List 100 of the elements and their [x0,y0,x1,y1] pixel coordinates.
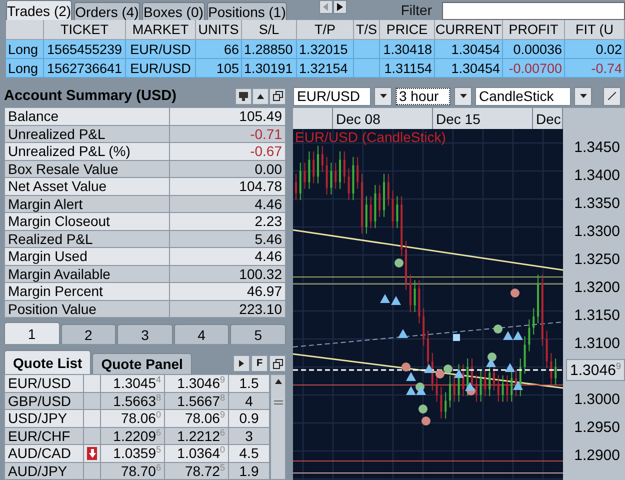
column-header[interactable]: FIT (U [565,20,625,40]
table-cell: -0.00700 [503,59,565,78]
instrument-select[interactable]: EUR/USD [293,86,371,106]
chart-type-select[interactable]: CandleStick [475,86,571,106]
ask-price[interactable]: 1.3046$^{9}$ [165,375,229,392]
tab[interactable]: Trades (2) [6,0,72,20]
bid-price[interactable]: 78.06$^{0}$ [101,410,165,428]
triangle-marker [406,386,416,395]
currency-pair[interactable]: GBP/USD [4,392,84,410]
currency-pair[interactable]: EUR/USD [4,375,84,392]
summary-value: 46.97 [170,283,286,300]
column-header[interactable]: S/L [242,20,297,40]
triangle-marker [513,331,523,340]
price-label: 1.3200 [573,278,621,298]
panel-title: Account Summary (USD) [4,88,178,104]
bid-price[interactable]: 78.70$^{6}$ [101,462,165,480]
dropdown-icon[interactable] [454,86,472,106]
column-header[interactable]: CURRENT [435,20,503,40]
bid-price[interactable]: 1.0359$^{5}$ [101,445,165,462]
scroll-right-icon[interactable] [332,0,347,14]
scrollbar[interactable] [270,374,286,480]
table-cell: Long [6,40,44,59]
summary-value: -0.71 [170,126,286,143]
grip-icon[interactable] [274,400,282,406]
column-header[interactable]: UNITS [196,20,242,40]
column-header[interactable]: PROFIT [503,20,565,40]
interval-select[interactable]: 3 hour [395,86,451,106]
column-header[interactable]: MARKET [126,20,196,40]
table-cell: 1.30191 [242,59,297,78]
triangle-marker [454,369,464,378]
column-header[interactable]: T/S [354,20,380,40]
circle-marker [402,362,410,372]
tab[interactable]: Positions (1) [207,2,287,20]
ask-price[interactable]: 1.5667$^{8}$ [165,392,229,410]
column-header[interactable]: TICKET [44,20,126,40]
date-label: Dec 08 [333,108,433,129]
tab[interactable]: 1 [4,322,60,344]
tab[interactable]: Orders (4) [74,2,140,20]
square-marker [453,334,460,341]
triangle-marker [503,331,513,340]
dropdown-icon[interactable] [374,86,392,106]
bid-price[interactable]: 1.3045$^{4}$ [101,375,165,392]
triangle-marker [424,364,434,373]
tab[interactable]: 3 [117,324,173,344]
restore-icon[interactable] [269,355,286,372]
price-label: 1.3100 [573,334,621,354]
tab[interactable]: 4 [174,324,230,344]
summary-value: 0.00 [170,160,286,178]
summary-label: Unrealized P&L [4,126,170,143]
monitor-icon[interactable] [235,88,252,104]
spread-value: 3 [229,428,270,445]
currency-pair[interactable]: AUD/CAD [4,445,84,462]
filter-label: Filter [400,2,432,18]
currency-pair[interactable]: AUD/JPY [4,462,84,480]
collapse-icon[interactable] [252,88,269,104]
table-cell [354,59,380,78]
ask-price[interactable]: 78.06$^{9}$ [165,410,229,428]
date-label: Dec [533,108,563,129]
chart-title: EUR/USD (CandleStick) [295,129,446,145]
currency-pair[interactable]: USD/JPY [4,410,84,428]
tab[interactable]: 5 [230,324,286,344]
summary-label: Net Asset Value [4,178,170,196]
circle-marker [436,370,444,378]
filter-button[interactable]: F [251,355,268,372]
summary-label: Margin Closeout [4,213,170,230]
triangle-marker [380,294,390,303]
price-label: 1.2900 [573,446,621,466]
play-icon[interactable] [233,355,250,372]
currency-pair[interactable]: EUR/CHF [4,428,84,445]
table-cell [354,40,380,59]
table-cell: 1.32015 [297,40,354,59]
table-cell: 1.31154 [380,59,435,78]
dropdown-icon[interactable] [574,86,592,106]
table-cell: Long [6,59,44,78]
ask-price[interactable]: 78.72$^{5}$ [165,462,229,480]
ask-price[interactable]: 1.2212$^{6}$ [165,428,229,445]
table-cell: 1.28850 [242,40,297,59]
filter-field[interactable] [442,2,625,20]
price-label: 1.3400 [573,166,621,186]
bid-price[interactable]: 1.5663$^{8}$ [101,392,165,410]
scroll-up-icon[interactable] [274,379,282,384]
tab[interactable]: Quote Panel [92,353,192,374]
price-label: 1.3300 [573,222,621,242]
summary-label: Unrealized P&L (%) [4,143,170,160]
triangle-marker [406,372,416,381]
date-label: Dec 15 [433,108,533,129]
circle-marker [444,364,452,374]
bid-price[interactable]: 1.2209$^{6}$ [101,428,165,445]
restore-icon[interactable] [269,88,286,104]
summary-label: Position Value [4,300,170,318]
summary-value: 4.46 [170,196,286,213]
spread-value: 1.9 [229,462,270,480]
tab[interactable]: Boxes (0) [142,2,206,20]
table-cell: 1.30454 [435,59,503,78]
ask-price[interactable]: 1.0364$^{0}$ [165,445,229,462]
tab[interactable]: 2 [60,324,116,344]
tab[interactable]: Quote List [4,350,92,374]
column-header[interactable]: T/P [297,20,354,40]
table-cell: 1.30454 [435,40,503,59]
column-header[interactable]: PRICE [380,20,435,40]
